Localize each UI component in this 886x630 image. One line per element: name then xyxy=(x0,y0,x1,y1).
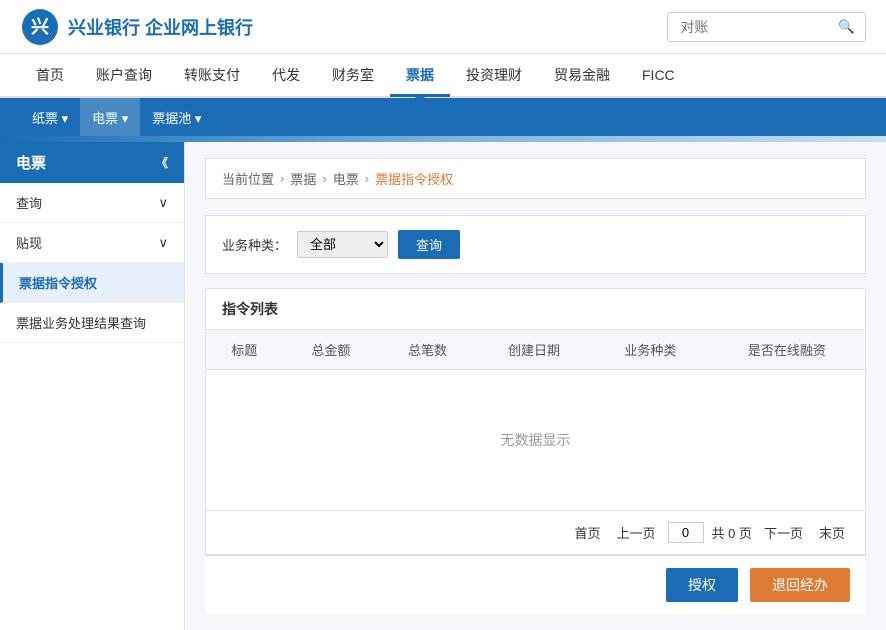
breadcrumb-sep2: › xyxy=(322,171,326,186)
authorize-button[interactable]: 授权 xyxy=(666,568,738,602)
breadcrumb-home: 当前位置 xyxy=(222,169,274,188)
nav-invest[interactable]: 投资理财 xyxy=(450,53,538,97)
query-button[interactable]: 查询 xyxy=(398,230,460,259)
subnav-paper[interactable]: 纸票 ▾ xyxy=(20,98,80,136)
col-title: 标题 xyxy=(206,330,283,370)
table-title: 指令列表 xyxy=(206,289,865,330)
main-layout: 电票 《 查询 ∨ 贴现 ∨ 票据指令授权 票据业务处理结果查询 当前位置 › … xyxy=(0,142,886,630)
sidebar-title: 电票 xyxy=(16,152,46,173)
action-bar: 授权 退回经办 xyxy=(205,555,866,614)
nav-transfer[interactable]: 转账支付 xyxy=(168,53,256,97)
svg-text:兴: 兴 xyxy=(31,17,49,37)
main-nav: 首页 账户查询 转账支付 代发 财务室 票据 投资理财 贸易金融 FICC xyxy=(0,54,886,98)
page-total: 共 0 页 xyxy=(712,523,752,542)
breadcrumb-sep3: › xyxy=(365,171,369,186)
sidebar-header: 电票 《 xyxy=(0,142,184,183)
page-first[interactable]: 首页 xyxy=(570,521,604,544)
sidebar-collapse-icon[interactable]: 《 xyxy=(156,154,168,171)
filter-label: 业务种类： xyxy=(222,235,287,254)
search-input[interactable] xyxy=(668,13,828,41)
table-header-row: 标题 总金额 总笔数 创建日期 业务种类 是否在线融资 xyxy=(206,330,865,370)
breadcrumb-sep1: › xyxy=(280,171,284,186)
bank-name: 兴业银行 企业网上银行 xyxy=(68,14,253,40)
subnav-electronic[interactable]: 电票 ▾ xyxy=(80,98,140,136)
col-type: 业务种类 xyxy=(592,330,708,370)
sub-nav: 纸票 ▾ 电票 ▾ 票据池 ▾ xyxy=(0,98,886,136)
sidebar: 电票 《 查询 ∨ 贴现 ∨ 票据指令授权 票据业务处理结果查询 xyxy=(0,142,185,630)
sidebar-item-query[interactable]: 查询 ∨ xyxy=(0,183,184,223)
nav-finance[interactable]: 财务室 xyxy=(316,53,390,97)
filter-select[interactable]: 全部 承兑 贴现 质押 背书转让 xyxy=(297,231,388,258)
breadcrumb-level1: 票据 xyxy=(290,169,316,188)
chevron-down-icon: ∨ xyxy=(158,235,168,251)
breadcrumb: 当前位置 › 票据 › 电票 › 票据指令授权 xyxy=(205,158,866,199)
pagination: 首页 上一页 共 0 页 下一页 末页 xyxy=(206,510,865,554)
content-area: 当前位置 › 票据 › 电票 › 票据指令授权 业务种类： 全部 承兑 贴现 质… xyxy=(185,142,886,630)
page-next[interactable]: 下一页 xyxy=(760,521,807,544)
nav-home[interactable]: 首页 xyxy=(20,53,80,97)
no-data-row: 无数据显示 xyxy=(206,370,865,511)
filter-bar: 业务种类： 全部 承兑 贴现 质押 背书转让 查询 xyxy=(205,215,866,274)
breadcrumb-current: 票据指令授权 xyxy=(375,169,453,188)
chevron-down-icon: ∨ xyxy=(158,195,168,211)
search-button[interactable]: 🔍 xyxy=(828,13,865,41)
subnav-pool[interactable]: 票据池 ▾ xyxy=(140,98,213,136)
col-amount: 总金额 xyxy=(283,330,380,370)
sidebar-item-result-query[interactable]: 票据业务处理结果查询 xyxy=(0,303,184,343)
col-online: 是否在线融资 xyxy=(709,330,865,370)
bank-logo-icon: 兴 xyxy=(20,7,60,47)
search-bar[interactable]: 🔍 xyxy=(667,12,866,42)
sidebar-item-discount[interactable]: 贴现 ∨ xyxy=(0,223,184,263)
nav-ficc[interactable]: FICC xyxy=(626,53,691,97)
col-count: 总笔数 xyxy=(379,330,476,370)
nav-trade[interactable]: 贸易金融 xyxy=(538,53,626,97)
sidebar-item-authorize[interactable]: 票据指令授权 xyxy=(0,263,184,303)
logo-area: 兴 兴业银行 企业网上银行 xyxy=(20,7,253,47)
nav-daifa[interactable]: 代发 xyxy=(256,53,316,97)
no-data-text: 无数据显示 xyxy=(206,370,865,511)
return-button[interactable]: 退回经办 xyxy=(750,568,850,602)
breadcrumb-level2: 电票 xyxy=(333,169,359,188)
page-prev[interactable]: 上一页 xyxy=(612,521,659,544)
header: 兴 兴业银行 企业网上银行 🔍 xyxy=(0,0,886,54)
nav-account[interactable]: 账户查询 xyxy=(80,53,168,97)
nav-bills[interactable]: 票据 xyxy=(390,53,450,97)
data-table: 标题 总金额 总笔数 创建日期 业务种类 是否在线融资 无数据显示 xyxy=(206,330,865,510)
table-section: 指令列表 标题 总金额 总笔数 创建日期 业务种类 是否在线融资 无数据显示 xyxy=(205,288,866,555)
page-last[interactable]: 末页 xyxy=(815,521,849,544)
page-number-input[interactable] xyxy=(668,522,704,543)
col-date: 创建日期 xyxy=(476,330,592,370)
